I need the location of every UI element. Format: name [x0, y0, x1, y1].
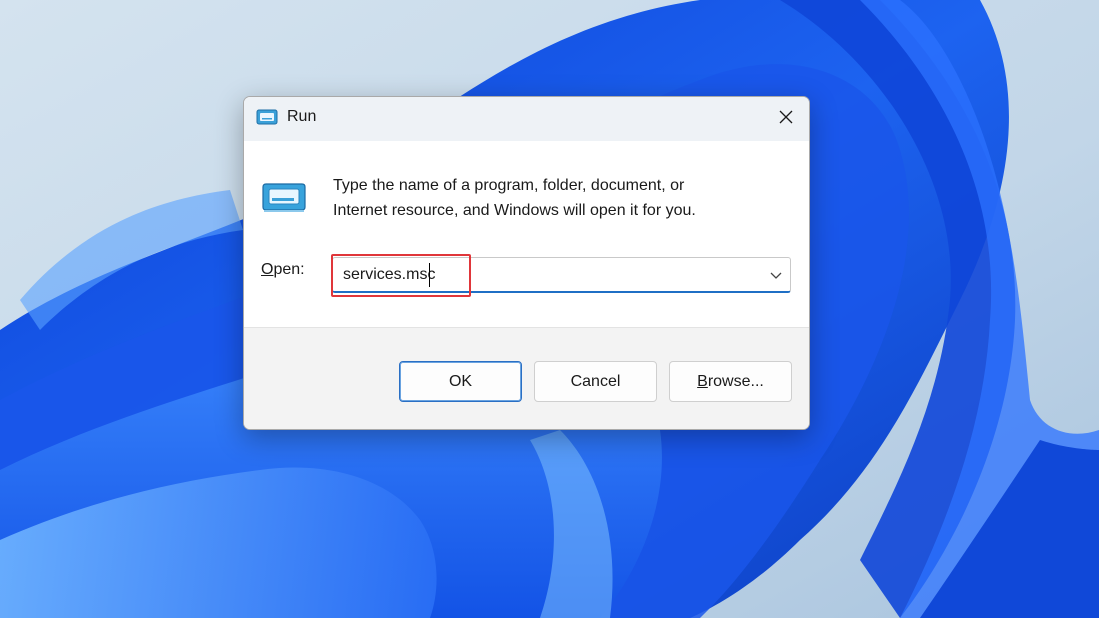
chevron-down-icon[interactable] [769, 268, 783, 282]
description-line-1: Type the name of a program, folder, docu… [333, 177, 685, 194]
cancel-button[interactable]: Cancel [534, 361, 657, 402]
text-caret [429, 263, 430, 287]
window-title: Run [287, 108, 317, 125]
open-label: Open: [261, 261, 305, 279]
title-bar[interactable]: Run [244, 97, 809, 141]
run-description: Type the name of a program, folder, docu… [333, 173, 793, 223]
close-icon [779, 110, 793, 124]
run-dialog: Run Type the name of a program, folder, … [243, 96, 810, 430]
close-button[interactable] [763, 97, 809, 137]
browse-label-rest: rowse... [707, 372, 764, 390]
run-icon [262, 183, 306, 212]
open-label-mnemonic: O [261, 261, 274, 278]
button-bar: OK Cancel Browse... [244, 327, 809, 429]
dialog-body: Type the name of a program, folder, docu… [244, 141, 809, 327]
description-line-2: Internet resource, and Windows will open… [333, 202, 696, 219]
ok-button[interactable]: OK [399, 361, 522, 402]
open-input[interactable]: services.msc [343, 266, 435, 284]
open-combobox[interactable]: services.msc [332, 257, 791, 293]
run-icon [256, 109, 278, 125]
open-label-rest: pen: [273, 261, 305, 278]
browse-mnemonic: B [697, 372, 708, 390]
browse-button[interactable]: Browse... [669, 361, 792, 402]
